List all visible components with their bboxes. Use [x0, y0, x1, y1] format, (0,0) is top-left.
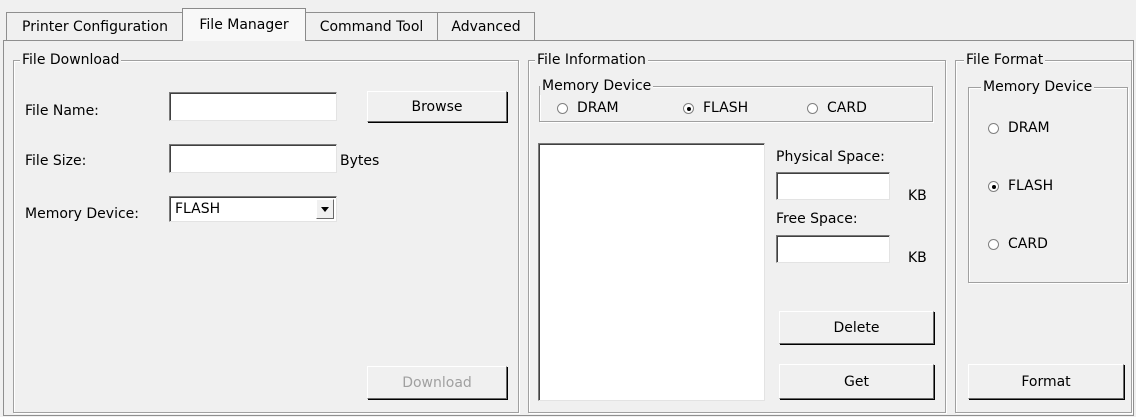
file-format-title: File Format [964, 51, 1046, 69]
file-name-field[interactable] [169, 92, 337, 121]
file-info-radio-flash-label: FLASH [703, 100, 749, 116]
delete-button[interactable]: Delete [779, 311, 934, 344]
file-info-memory-device-title: Memory Device [540, 77, 654, 95]
free-space-unit: KB [908, 250, 927, 266]
file-format-radio-flash-label: FLASH [1008, 178, 1054, 194]
radio-button-checked-icon[interactable] [988, 180, 999, 192]
file-name-label: File Name: [25, 103, 99, 119]
download-button[interactable]: Download [367, 366, 507, 399]
radio-button-icon[interactable] [807, 102, 818, 114]
file-info-radio-flash[interactable]: FLASH [683, 100, 748, 116]
tab-command-tool[interactable]: Command Tool [305, 12, 438, 41]
free-space-field[interactable] [776, 235, 890, 263]
radio-button-icon[interactable] [988, 122, 999, 134]
tab-file-manager[interactable]: File Manager [182, 8, 306, 41]
physical-space-label: Physical Space: [776, 149, 885, 165]
memory-device-selected-value: FLASH [175, 201, 221, 217]
free-space-label: Free Space: [776, 211, 858, 227]
file-format-radio-flash[interactable]: FLASH [988, 178, 1053, 194]
get-button[interactable]: Get [779, 364, 934, 399]
browse-button[interactable]: Browse [367, 91, 507, 122]
file-size-label: File Size: [25, 153, 87, 169]
physical-space-input[interactable] [777, 173, 889, 199]
file-format-radio-dram-label: DRAM [1008, 120, 1050, 136]
file-format-memory-device-title: Memory Device [981, 78, 1095, 96]
file-format-radio-card-label: CARD [1008, 236, 1048, 252]
format-button[interactable]: Format [968, 364, 1124, 399]
file-info-radio-dram[interactable]: DRAM [557, 100, 619, 116]
radio-button-icon[interactable] [988, 238, 999, 250]
free-space-input[interactable] [777, 236, 889, 262]
physical-space-field[interactable] [776, 172, 890, 200]
file-format-radio-card[interactable]: CARD [988, 236, 1048, 252]
file-size-field[interactable] [169, 144, 337, 173]
radio-button-icon[interactable] [557, 102, 568, 114]
file-list[interactable] [538, 143, 765, 401]
file-name-input[interactable] [170, 93, 336, 120]
file-info-radio-card-label: CARD [827, 100, 867, 116]
tab-printer-configuration[interactable]: Printer Configuration [6, 12, 184, 41]
file-download-title: File Download [20, 51, 122, 69]
physical-space-unit: KB [908, 188, 927, 204]
chevron-down-icon[interactable] [316, 199, 334, 219]
bytes-unit-label: Bytes [340, 153, 380, 169]
file-size-input[interactable] [170, 145, 336, 172]
memory-device-label: Memory Device: [25, 206, 139, 222]
file-information-title: File Information [535, 51, 648, 69]
file-info-radio-dram-label: DRAM [577, 100, 619, 116]
memory-device-select[interactable]: FLASH [169, 196, 337, 222]
tab-advanced[interactable]: Advanced [437, 12, 535, 41]
file-info-radio-card[interactable]: CARD [807, 100, 867, 116]
radio-button-checked-icon[interactable] [683, 102, 694, 114]
file-format-radio-dram[interactable]: DRAM [988, 120, 1050, 136]
